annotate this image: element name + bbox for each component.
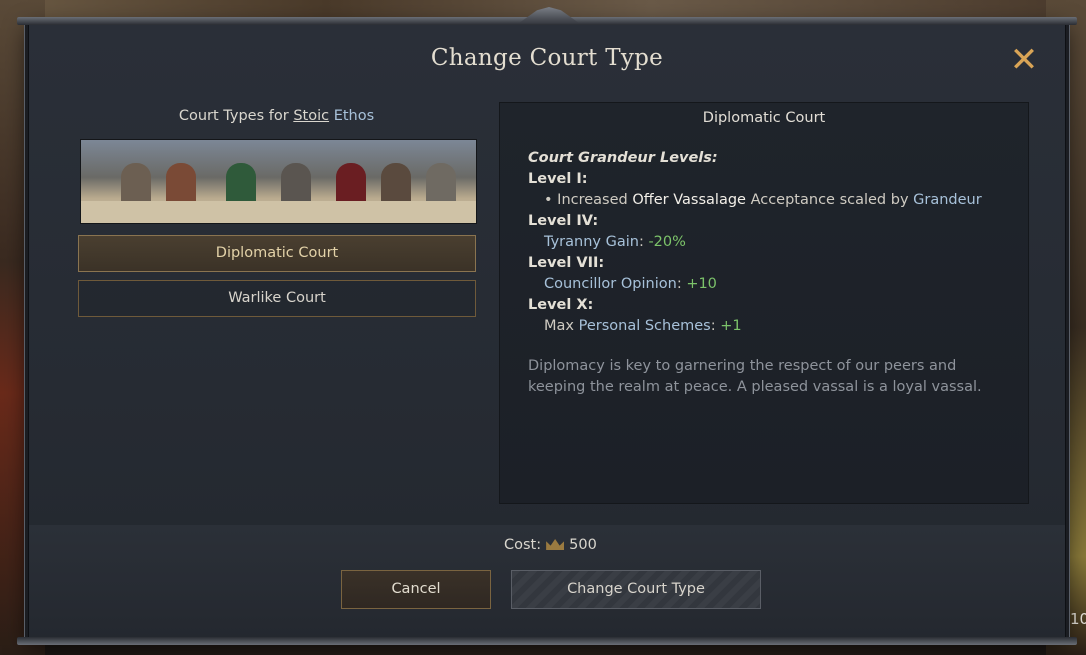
cost-display: Cost: 500 (504, 537, 597, 553)
level-10-effect: Max Personal Schemes: +1 (544, 318, 742, 334)
change-court-type-dialog: Change Court Type ✕ Court Types for Stoi… (17, 7, 1077, 645)
dialog-title: Change Court Type (430, 45, 664, 71)
cancel-button[interactable]: Cancel (341, 570, 491, 609)
heading-suffix: Ethos (333, 108, 375, 124)
councillor-opinion-value: +10 (686, 276, 717, 292)
level-10-label: Level X: (528, 297, 594, 313)
court-details-panel: Diplomatic Court Court Grandeur Levels: … (499, 102, 1029, 504)
heading-prefix: Court Types for (178, 108, 294, 124)
effect-text: Max (544, 318, 579, 334)
court-type-diplomatic-button[interactable]: Diplomatic Court (78, 235, 476, 272)
cost-value: 500 (569, 537, 597, 553)
banner-wall (81, 201, 476, 223)
close-icon: ✕ (1009, 40, 1039, 80)
level-1-effect: • Increased Offer Vassalage Acceptance s… (528, 190, 998, 211)
effect-text: Increased (557, 192, 633, 208)
effect-text: Acceptance scaled by (745, 192, 914, 208)
change-court-type-button[interactable]: Change Court Type (511, 570, 761, 609)
level-1-label: Level I: (528, 171, 588, 187)
councillor-opinion-link[interactable]: Councillor Opinion (544, 276, 677, 292)
court-types-heading: Court Types for Stoic Ethos (79, 108, 474, 124)
grandeur-levels-label: Court Grandeur Levels: (528, 150, 718, 166)
edge-right-number: 10 (1070, 610, 1086, 628)
details-body: Court Grandeur Levels: Level I: • Increa… (528, 148, 998, 398)
tyranny-gain-link[interactable]: Tyranny Gain (544, 234, 639, 250)
level-4-effect: Tyranny Gain: -20% (544, 234, 686, 250)
court-description: Diplomacy is key to garnering the respec… (528, 358, 982, 395)
offer-vassalage-link[interactable]: Offer Vassalage (632, 192, 746, 208)
court-banner-image (80, 139, 477, 224)
level-7-effect: Councillor Opinion: +10 (544, 276, 717, 292)
personal-schemes-value: +1 (720, 318, 742, 334)
crown-icon (546, 539, 565, 550)
details-title: Diplomatic Court (702, 110, 826, 126)
bullet: • (544, 192, 558, 208)
level-7-label: Level VII: (528, 255, 605, 271)
court-type-warlike-button[interactable]: Warlike Court (78, 280, 476, 317)
grandeur-link[interactable]: Grandeur (913, 192, 982, 208)
close-button[interactable]: ✕ (1007, 43, 1041, 77)
tyranny-gain-value: -20% (648, 234, 686, 250)
ethos-link[interactable]: Stoic (293, 108, 329, 124)
level-4-label: Level IV: (528, 213, 599, 229)
personal-schemes-link[interactable]: Personal Schemes (579, 318, 711, 334)
cost-label: Cost: (504, 537, 542, 553)
